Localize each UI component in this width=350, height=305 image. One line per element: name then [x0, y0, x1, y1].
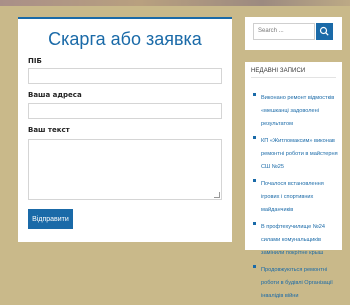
submit-button[interactable]: Відправити: [28, 209, 73, 229]
address-field[interactable]: [28, 103, 222, 119]
square-bullet-icon: [253, 93, 256, 96]
list-item: Виконано ремонт відмостків «мешканці зад…: [251, 90, 339, 129]
search-button[interactable]: [316, 23, 333, 40]
search-icon: [319, 26, 329, 36]
text-label: Ваш текст: [28, 126, 70, 134]
recent-post-link[interactable]: Почалося встановлення ігрових і спортивн…: [261, 181, 324, 213]
recent-posts-title: НЕДАВНІ ЗАПИСИ: [251, 68, 306, 74]
recent-post-link[interactable]: В профтехучилище №24 силами комунальщикі…: [261, 224, 325, 256]
name-field[interactable]: [28, 68, 222, 84]
message-textarea[interactable]: [28, 139, 222, 200]
square-bullet-icon: [253, 222, 256, 225]
search-input[interactable]: Search ...: [253, 23, 315, 40]
complaint-form: Скарга або заявка ПІБ Ваша адреса Ваш те…: [18, 17, 232, 242]
header-strip: [0, 0, 350, 6]
list-item: Продовжуються ремонтні роботи в будівлі …: [251, 262, 339, 301]
recent-post-link[interactable]: КП «Житломаксим» виконав ремонтні роботи…: [261, 138, 338, 170]
recent-posts-list: Виконано ремонт відмостків «мешканці зад…: [251, 90, 339, 305]
recent-post-link[interactable]: Продовжуються ремонтні роботи в будівлі …: [261, 267, 333, 299]
list-item: В профтехучилище №24 силами комунальщикі…: [251, 219, 339, 258]
page-title: Скарга або заявка: [48, 29, 202, 49]
square-bullet-icon: [253, 136, 256, 139]
recent-posts-widget: НЕДАВНІ ЗАПИСИ Виконано ремонт відмосткі…: [245, 62, 342, 299]
search-widget: Search ...: [245, 17, 342, 50]
resize-handle-icon[interactable]: [214, 192, 220, 198]
square-bullet-icon: [253, 179, 256, 182]
list-item: Почалося встановлення ігрових і спортивн…: [251, 176, 339, 215]
address-label: Ваша адреса: [28, 91, 82, 99]
recent-post-link[interactable]: Виконано ремонт відмостків «мешканці зад…: [261, 95, 334, 127]
list-item: КП «Житломаксим» виконав ремонтні роботи…: [251, 133, 339, 172]
name-label: ПІБ: [28, 57, 42, 65]
square-bullet-icon: [253, 265, 256, 268]
divider: [251, 77, 336, 78]
